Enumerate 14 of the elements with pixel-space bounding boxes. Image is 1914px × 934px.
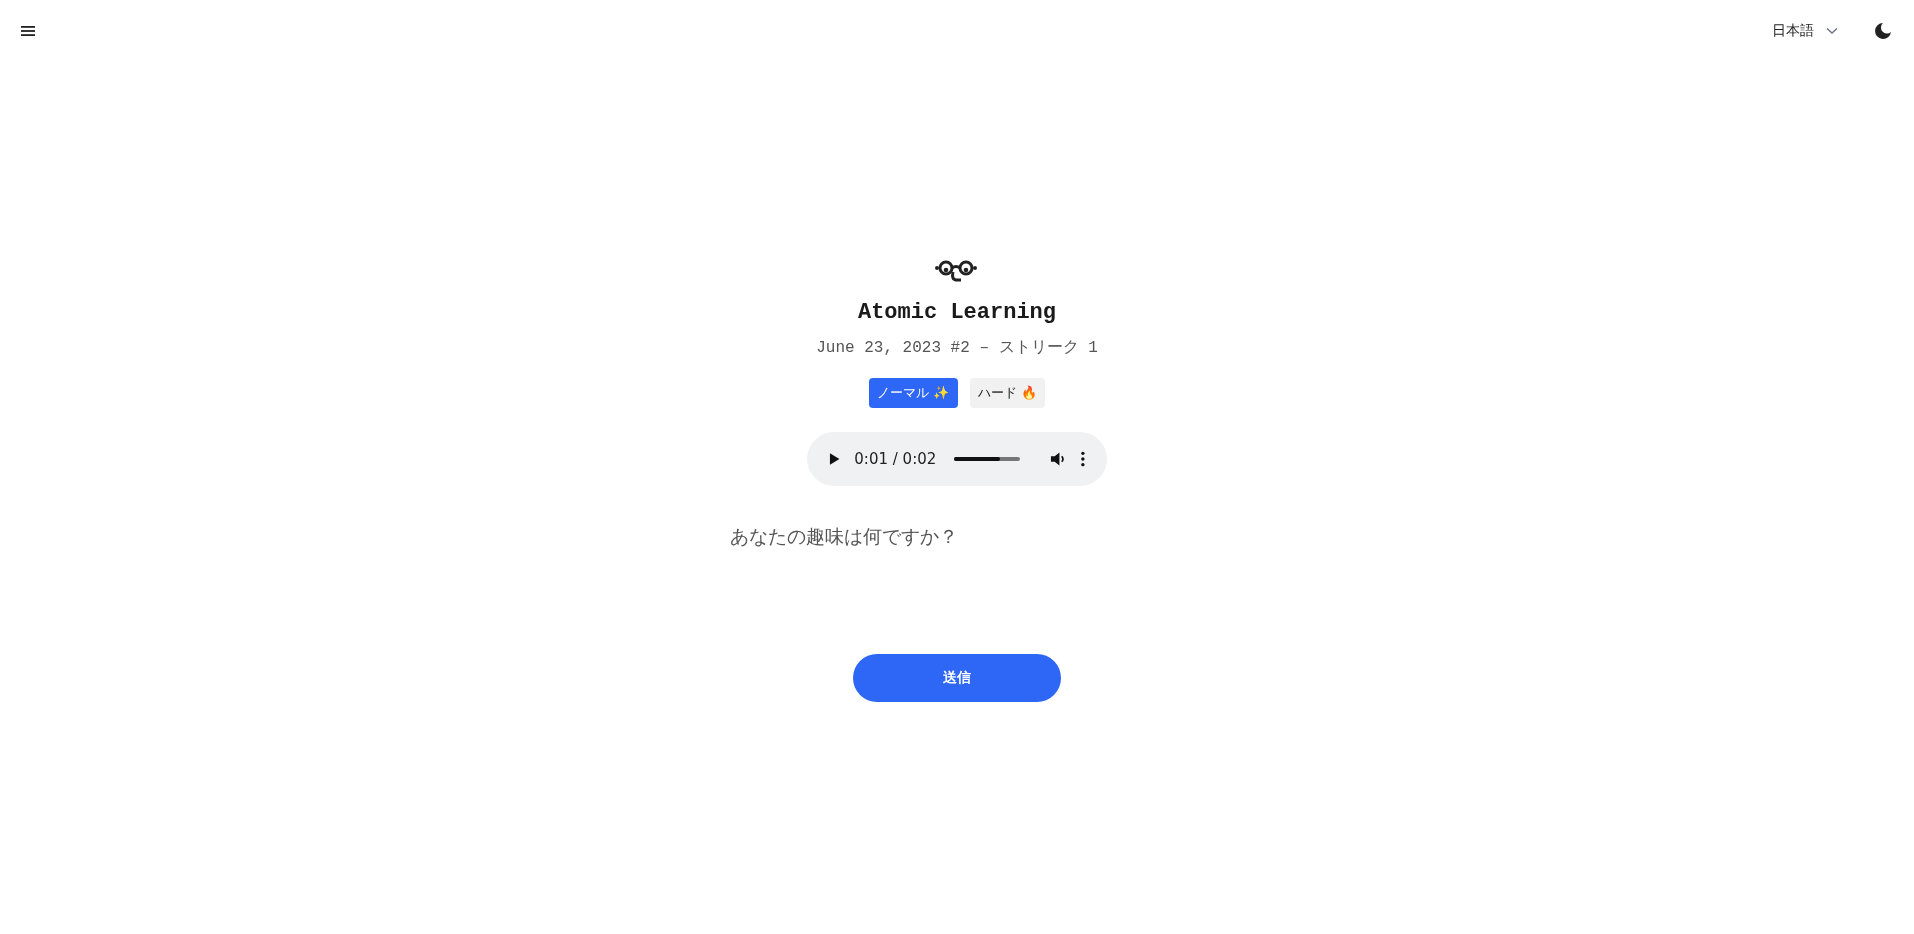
- app-title: Atomic Learning: [857, 300, 1056, 325]
- date-streak-text: June 23, 2023 #2 – ストリーク 1: [816, 338, 1098, 358]
- language-dropdown[interactable]: 日本語: [1772, 22, 1838, 40]
- menu-icon[interactable]: [21, 25, 35, 37]
- playback-time: 0:01 / 0:02: [854, 450, 937, 468]
- mode-tab[interactable]: ノーマル ✨: [869, 378, 958, 408]
- seek-slider[interactable]: [954, 457, 1021, 461]
- question-text: あなたの趣味は何ですか？: [730, 524, 958, 549]
- moon-icon[interactable]: [1874, 22, 1892, 40]
- more-options-icon[interactable]: [1081, 451, 1085, 467]
- submit-button[interactable]: 送信: [853, 654, 1061, 702]
- mode-tab[interactable]: ハード 🔥: [969, 378, 1045, 408]
- play-icon[interactable]: [829, 452, 841, 466]
- chevron-down-icon: [1826, 27, 1838, 35]
